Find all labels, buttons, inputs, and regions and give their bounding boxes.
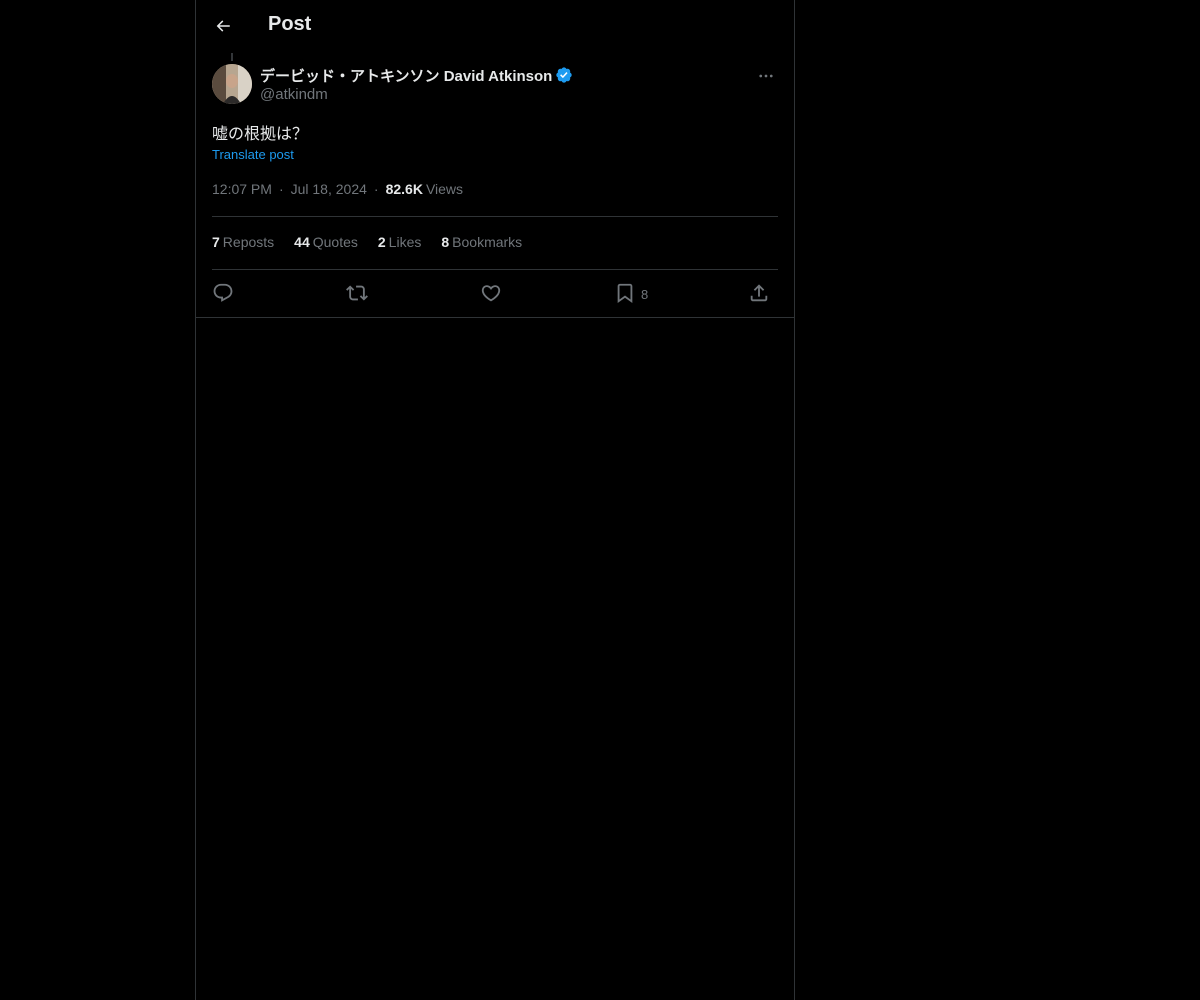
primary-column: Post デービッド・アトキンソン David Atkinson @atkind… [195,0,795,1000]
bookmark-button[interactable]: 8 [614,280,648,306]
repost-icon [346,285,368,301]
page-header: Post [196,0,794,53]
post-bottom-border [196,317,794,318]
repost-button[interactable] [346,280,368,306]
likes-label: Likes [388,234,422,250]
avatar[interactable] [212,64,252,104]
likes-count: 2 [377,234,386,250]
page-title: Post [268,13,312,35]
back-button[interactable] [208,11,238,41]
author-info: デービッド・アトキンソン David Atkinson @atkindm [260,65,720,106]
post-date[interactable]: Jul 18, 2024 [291,181,367,197]
author-handle[interactable]: @atkindm [260,86,720,106]
reply-button[interactable] [212,280,234,306]
bookmarks-label: Bookmarks [452,234,523,250]
bookmark-icon [617,283,633,304]
views-label: Views [425,181,464,197]
reposts-label: Reposts [222,234,275,250]
post-metadata: 12:07 PM · Jul 18, 2024 · 82.6K Views [212,181,463,197]
bookmarks-stat[interactable]: 8 Bookmarks [441,234,522,250]
author-name-row: デービッド・アトキンソン David Atkinson [260,65,720,85]
post-text: 嘘の根拠は？ [212,124,309,143]
divider [212,269,778,270]
reply-icon [213,283,233,302]
quotes-count: 44 [294,234,310,250]
reposts-count: 7 [212,234,220,250]
more-horizontal-icon [759,74,773,78]
post-action-bar: 8 [212,280,778,306]
views-count: 82.6K [385,181,423,197]
verified-badge-icon[interactable] [555,66,573,84]
likes-stat[interactable]: 2 Likes [378,234,421,250]
like-button[interactable] [480,280,502,306]
meta-separator: · [278,181,284,197]
avatar-image [212,64,252,104]
share-icon [750,284,768,302]
bookmarks-count: 8 [441,234,450,250]
engagement-stats: 7 Reposts 44 Quotes 2 Likes 8 Bookmarks [212,234,542,250]
reposts-stat[interactable]: 7 Reposts [212,234,274,250]
meta-separator: · [373,181,379,197]
bookmark-count: 8 [641,287,649,302]
heart-icon [481,285,501,302]
translate-post-link[interactable]: Translate post [212,147,294,162]
share-button[interactable] [748,280,770,306]
divider [212,216,778,217]
thread-connector-line [231,53,233,61]
author-display-name[interactable]: デービッド・アトキンソン David Atkinson [260,65,552,86]
arrow-left-icon [216,20,230,32]
more-options-button[interactable] [756,66,776,86]
quotes-stat[interactable]: 44 Quotes [294,234,358,250]
quotes-label: Quotes [312,234,358,250]
post-time[interactable]: 12:07 PM [212,181,272,197]
